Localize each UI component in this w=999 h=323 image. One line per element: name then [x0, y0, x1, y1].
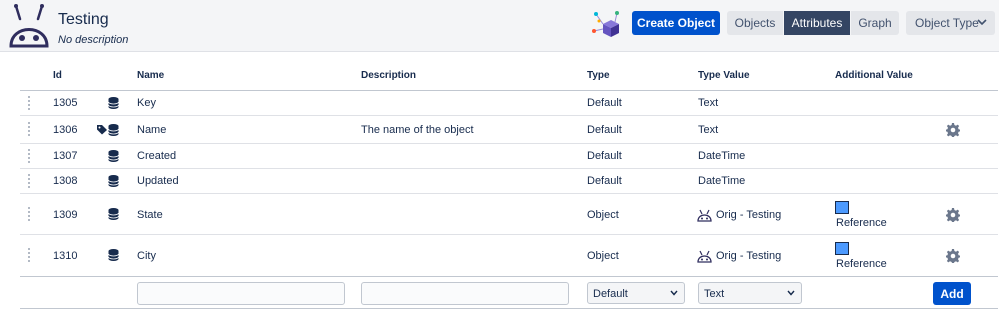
robot-object-type-icon: [697, 250, 712, 263]
reference-color-swatch: [835, 242, 849, 255]
row-type: Default: [587, 150, 622, 162]
database-icon: [108, 97, 119, 109]
page-title: Testing: [58, 11, 109, 28]
row-name: Key: [137, 97, 156, 109]
drag-handle[interactable]: [28, 207, 36, 223]
object-type-label: Object Type: [915, 16, 979, 30]
drag-handle[interactable]: [28, 174, 36, 190]
row-type-value[interactable]: Orig - Testing: [716, 209, 781, 221]
row-type: Object: [587, 209, 619, 221]
create-object-button[interactable]: Create Object: [632, 11, 720, 35]
table-row[interactable]: 1305 Key Default Text: [20, 91, 998, 116]
row-name: Name: [137, 124, 167, 136]
table-header-row: [20, 62, 998, 91]
database-icon: [108, 124, 119, 136]
label-tag-icon: [97, 125, 107, 135]
page-subtitle: No description: [58, 34, 129, 46]
database-icon: [108, 175, 119, 187]
add-attribute-row: Default Text Add: [20, 276, 998, 309]
row-type-value: Text: [698, 97, 719, 109]
row-type-value: Text: [698, 124, 719, 136]
row-name: State: [137, 209, 163, 221]
chevron-down-icon: [787, 290, 795, 296]
table-row[interactable]: 1306 Name The name of the object Default…: [20, 116, 998, 144]
row-type: Object: [587, 250, 619, 262]
type-select[interactable]: Default: [587, 282, 685, 304]
row-name: Updated: [137, 175, 179, 187]
database-icon: [108, 208, 119, 220]
drag-handle[interactable]: [28, 122, 36, 138]
gear-icon[interactable]: [946, 249, 960, 263]
row-type: Default: [587, 175, 622, 187]
row-type-value[interactable]: Orig - Testing: [716, 250, 781, 262]
robot-object-type-icon: [697, 209, 712, 222]
table-row[interactable]: 1310 City Object Orig - Testing Referenc…: [20, 235, 998, 276]
chevron-down-icon: [977, 19, 987, 26]
row-type-value: DateTime: [698, 150, 746, 162]
robot-logo-icon: [9, 4, 49, 48]
tab-graph[interactable]: Graph: [851, 11, 899, 35]
new-name-input[interactable]: [137, 282, 345, 305]
row-id: 1308: [53, 175, 78, 187]
row-description: The name of the object: [361, 124, 474, 136]
drag-handle[interactable]: [28, 248, 36, 264]
type-value-select[interactable]: Text: [698, 282, 802, 304]
object-type-dropdown[interactable]: Object Type: [906, 11, 995, 35]
drag-handle[interactable]: [28, 149, 36, 165]
reference-color-swatch: [835, 201, 849, 214]
add-button[interactable]: Add: [933, 282, 971, 305]
row-id: 1307: [53, 150, 78, 162]
table-row[interactable]: 1308 Updated Default DateTime: [20, 169, 998, 194]
row-name: City: [137, 250, 156, 262]
row-id: 1310: [53, 250, 78, 262]
tab-attributes[interactable]: Attributes: [784, 11, 850, 35]
row-id: 1306: [53, 124, 78, 136]
database-icon: [108, 249, 119, 261]
type-select-value: Default: [593, 288, 628, 300]
row-type-value: DateTime: [698, 175, 746, 187]
drag-handle[interactable]: [28, 96, 36, 112]
row-id: 1309: [53, 209, 78, 221]
type-value-select-value: Text: [704, 288, 725, 300]
row-additional-value: Reference: [836, 258, 887, 270]
row-name: Created: [137, 150, 177, 162]
chevron-down-icon: [670, 290, 678, 296]
row-type: Default: [587, 97, 622, 109]
database-icon: [108, 150, 119, 162]
gear-icon[interactable]: [946, 208, 960, 222]
table-row[interactable]: 1307 Created Default DateTime: [20, 144, 998, 169]
row-id: 1305: [53, 97, 78, 109]
table-row[interactable]: 1309 State Object Orig - Testing Referen…: [20, 194, 998, 235]
row-type: Default: [587, 124, 622, 136]
row-additional-value: Reference: [836, 217, 887, 229]
gear-icon[interactable]: [946, 123, 960, 137]
graph-cube-icon[interactable]: [590, 9, 622, 41]
header-bar: Testing No description Create Object Obj…: [0, 0, 999, 52]
tab-objects[interactable]: Objects: [727, 11, 783, 35]
new-description-input[interactable]: [361, 282, 569, 305]
